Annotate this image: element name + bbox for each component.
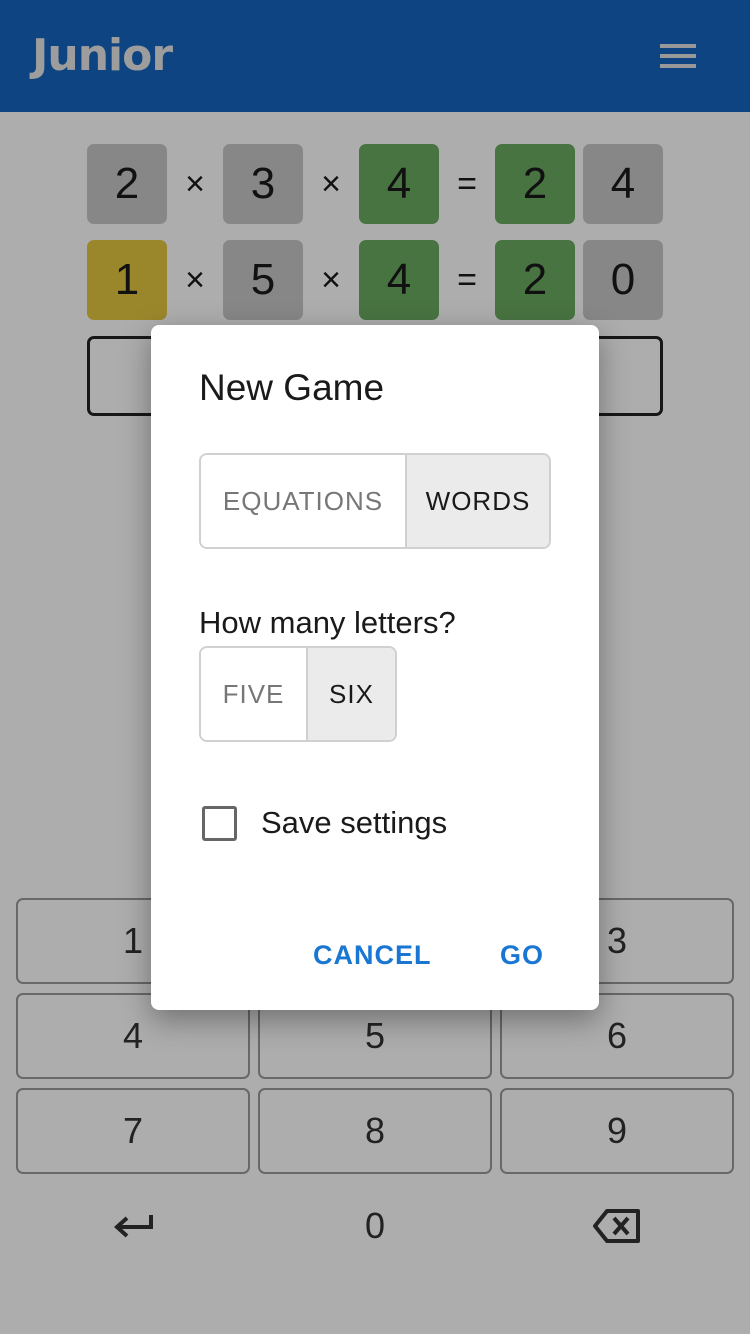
mode-equations-button[interactable]: EQUATIONS <box>201 455 405 547</box>
save-settings-checkbox[interactable] <box>202 806 237 841</box>
cancel-button[interactable]: CANCEL <box>313 940 432 971</box>
letters-toggle-group: FIVE SIX <box>199 646 397 742</box>
save-settings-label: Save settings <box>261 805 448 840</box>
new-game-dialog: New Game EQUATIONS WORDS How many letter… <box>151 325 599 1010</box>
mode-words-button[interactable]: WORDS <box>405 455 549 547</box>
dialog-title: New Game <box>199 367 385 408</box>
go-button[interactable]: GO <box>500 940 544 971</box>
mode-toggle-group: EQUATIONS WORDS <box>199 453 551 549</box>
letters-five-button[interactable]: FIVE <box>201 648 306 740</box>
letters-question: How many letters? <box>199 605 456 640</box>
letters-six-button[interactable]: SIX <box>306 648 395 740</box>
